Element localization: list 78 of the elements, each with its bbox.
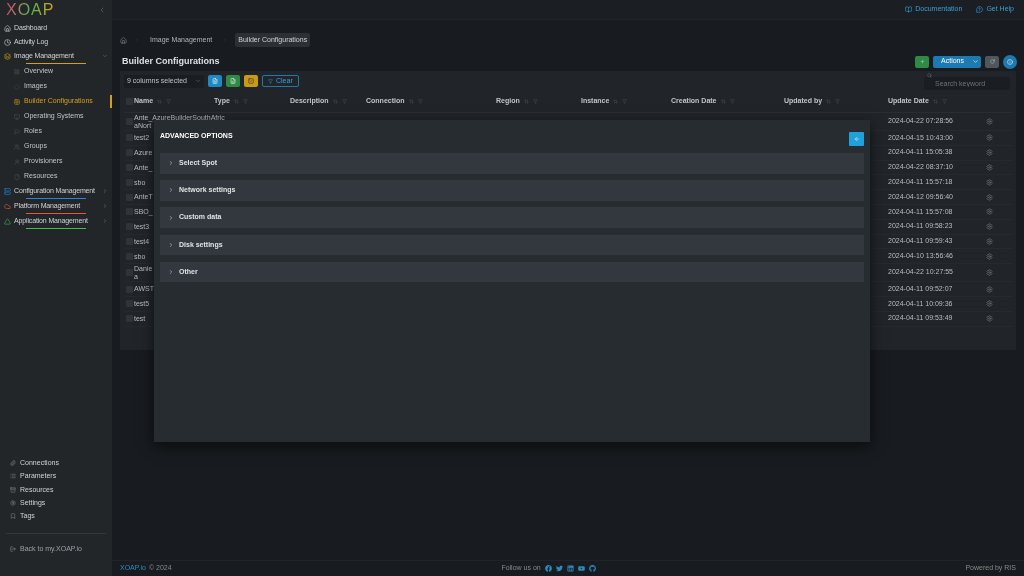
gear-icon[interactable]: [986, 193, 993, 201]
chevron-icon: [168, 187, 174, 194]
monitor-icon: [14, 113, 20, 120]
chevron-icon: [102, 188, 108, 194]
gear-icon[interactable]: [986, 164, 993, 171]
users-icon: [14, 143, 20, 150]
gear-icon[interactable]: [986, 300, 993, 308]
file-icon: [14, 173, 20, 180]
sort-icon[interactable]: [233, 99, 239, 104]
filter-icon: [268, 78, 273, 84]
gear-icon[interactable]: [986, 134, 993, 142]
sort-icon[interactable]: [613, 99, 619, 104]
sort-icon[interactable]: [408, 99, 414, 104]
user-icon: [14, 158, 20, 165]
chevron-icon: [102, 53, 108, 59]
gear-icon[interactable]: [986, 178, 993, 186]
paperclip-icon: [10, 460, 16, 467]
document-icon: [212, 78, 218, 84]
checkbox-icon: [248, 78, 254, 84]
page-title: Builder Configurations: [122, 54, 220, 68]
sort-icon[interactable]: [826, 99, 832, 104]
clock-icon: [4, 38, 11, 46]
back-button[interactable]: [849, 132, 864, 146]
sort-icon[interactable]: [332, 99, 338, 104]
export-button[interactable]: [226, 75, 240, 87]
youtube-icon[interactable]: [577, 565, 585, 572]
gear-icon[interactable]: [986, 285, 993, 293]
refresh-button[interactable]: [985, 55, 999, 68]
grid-icon: [14, 68, 20, 75]
triangle-icon: [4, 217, 11, 225]
home-icon: [4, 24, 11, 32]
info-button[interactable]: [1003, 54, 1017, 69]
exit-icon: [10, 546, 16, 552]
chevron-icon: [102, 203, 108, 209]
search-icon: [927, 73, 932, 78]
collapse-icon[interactable]: [98, 6, 106, 14]
chat-icon: [976, 6, 984, 13]
gear-icon[interactable]: [986, 237, 993, 245]
chevron-icon: [168, 241, 174, 248]
gear-icon[interactable]: [986, 223, 993, 231]
gear-icon[interactable]: [986, 269, 993, 277]
gear-icon[interactable]: [986, 149, 993, 157]
archive-icon: [10, 486, 16, 493]
gear-icon[interactable]: [986, 208, 993, 216]
chevron-icon: [168, 160, 174, 167]
home-icon[interactable]: [120, 36, 127, 44]
spreadsheet-icon: [230, 78, 236, 84]
gear-icon[interactable]: [986, 315, 993, 323]
arrow-left-icon: [853, 136, 860, 142]
sort-icon[interactable]: [720, 99, 726, 104]
info-icon: [1007, 58, 1013, 65]
bookmark-icon: [10, 513, 16, 520]
add-button[interactable]: [915, 55, 929, 68]
sort-icon[interactable]: [157, 99, 163, 104]
github-icon[interactable]: [588, 565, 596, 572]
facebook-icon[interactable]: [544, 565, 552, 572]
export-button[interactable]: [208, 75, 222, 87]
layers-icon: [4, 52, 11, 60]
chevron-icon: [102, 218, 108, 224]
grid-icon: [14, 98, 20, 105]
server-icon: [4, 187, 11, 195]
twitter-icon[interactable]: [555, 565, 563, 572]
list-icon: [10, 473, 16, 480]
select-button[interactable]: [244, 75, 258, 87]
plus-icon: [919, 59, 925, 64]
gear-icon[interactable]: [986, 118, 993, 125]
gear-icon[interactable]: [986, 252, 993, 260]
chevron-icon: [168, 214, 174, 221]
refresh-icon: [989, 59, 995, 64]
cloud-icon: [4, 202, 11, 210]
sort-icon[interactable]: [523, 99, 529, 104]
book-icon: [905, 6, 913, 13]
caret-icon: [972, 58, 979, 65]
caret-icon: [195, 78, 201, 84]
linkedin-icon[interactable]: [566, 565, 574, 572]
settings-icon: [10, 500, 16, 507]
chevron-icon: [168, 269, 174, 275]
sort-icon[interactable]: [932, 99, 938, 104]
